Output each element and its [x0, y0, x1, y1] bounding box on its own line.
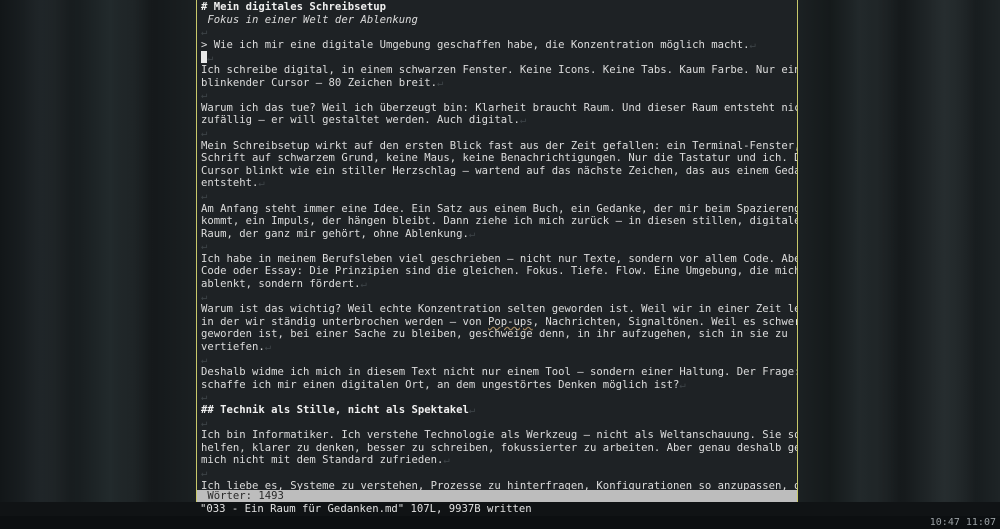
spellcheck-word: Pop-ups — [488, 315, 533, 328]
line-text: Mein Schreibsetup wirkt auf den ersten B… — [201, 139, 798, 152]
return-icon: ↵ — [258, 177, 265, 190]
text-line: ↵ — [201, 391, 795, 404]
return-icon: ↵ — [443, 454, 450, 467]
line-text: mich nicht mit dem Standard zufrieden. — [201, 454, 444, 467]
text-line: Code oder Essay: Die Prinzipien sind die… — [201, 265, 798, 278]
line-text: Ich bin Informatiker. Ich verstehe Techn… — [201, 429, 798, 442]
return-icon: ↵ — [201, 26, 208, 39]
command-line[interactable]: "033 - Ein Raum für Gedanken.md" 107L, 9… — [0, 502, 1000, 516]
text-line: ↵ — [201, 89, 795, 102]
return-icon: ↵ — [264, 341, 272, 354]
return-icon: ↵ — [679, 378, 686, 391]
tree-trunk — [110, 0, 155, 520]
text-line: ablenkt, sondern fördert.↵ — [201, 278, 795, 291]
return-icon: ↵ — [207, 52, 214, 65]
return-icon: ↵ — [201, 126, 208, 139]
return-icon: ↵ — [519, 114, 527, 127]
line-text: zufällig – er will gestaltet werden. Auc… — [201, 114, 520, 127]
text-line: Cursor blinkt wie ein stiller Herzschlag… — [201, 164, 798, 178]
line-text: vertiefen. — [201, 341, 265, 354]
text-line: Ich bin Informatiker. Ich verstehe Techn… — [201, 429, 798, 442]
text-line: Ich schreibe digital, in einem schwarzen… — [201, 63, 798, 77]
text-line: in der wir ständig unterbrochen werden –… — [201, 315, 798, 329]
command-line-message: "033 - Ein Raum für Gedanken.md" 107L, 9… — [200, 503, 532, 515]
line-text: Code oder Essay: Die Prinzipien sind die… — [201, 265, 798, 278]
line-text: in der wir ständig unterbrochen werden –… — [201, 315, 798, 328]
text-line: mich nicht mit dem Standard zufrieden.↵ — [201, 454, 795, 467]
text-line: Deshalb widme ich mich in diesem Text ni… — [201, 366, 798, 379]
line-text: blinkender Cursor – 80 Zeichen breit. — [201, 76, 437, 89]
return-icon: ↵ — [749, 38, 756, 51]
return-icon: ↵ — [201, 189, 208, 202]
text-line: Warum ich das tue? Weil ich überzeugt bi… — [201, 101, 798, 115]
line-text: Am Anfang steht immer eine Idee. Ein Sat… — [201, 202, 798, 215]
text-line: ↵ — [201, 127, 795, 140]
line-text: ## Technik als Stille, nicht als Spektak… — [201, 404, 469, 416]
editor-text-area[interactable]: # Mein digitales Schreibsetup Fokus in e… — [201, 1, 798, 492]
line-text: Ich habe in meinem Berufsleben viel gesc… — [201, 252, 798, 265]
text-line: vertiefen.↵ — [201, 341, 795, 354]
text-line: helfen, klarer zu denken, besser zu schr… — [201, 441, 798, 455]
line-text: geworden ist, bei einer Sache zu bleiben… — [201, 328, 788, 341]
return-icon: ↵ — [201, 353, 208, 366]
return-icon: ↵ — [468, 404, 476, 416]
text-line: ↵ — [201, 26, 795, 39]
line-text: Ich schreibe digital, in einem schwarzen… — [201, 63, 798, 76]
line-text: Warum ist das wichtig? Weil echte Konzen… — [201, 303, 798, 316]
text-line: entsteht.↵ — [201, 177, 795, 190]
line-text: Deshalb widme ich mich in diesem Text ni… — [201, 366, 798, 379]
text-line: schaffe ich mir einen digitalen Ort, an … — [201, 379, 795, 392]
text-line: geworden ist, bei einer Sache zu bleiben… — [201, 328, 795, 341]
text-line: blinkender Cursor – 80 Zeichen breit.↵ — [201, 77, 795, 90]
text-line: ↵ — [201, 354, 795, 367]
text-line: Mein Schreibsetup wirkt auf den ersten B… — [201, 139, 798, 153]
text-line: Warum ist das wichtig? Weil echte Konzen… — [201, 303, 798, 316]
text-line: Ich habe in meinem Berufsleben viel gesc… — [201, 252, 798, 266]
line-text: ablenkt, sondern fördert. — [201, 278, 361, 291]
text-line: Schrift auf schwarzem Grund, keine Maus,… — [201, 152, 798, 165]
line-text: Cursor blinkt wie ein stiller Herzschlag… — [201, 164, 798, 177]
tree-trunk — [22, 0, 82, 520]
text-line: ↵ — [201, 240, 795, 253]
line-text: # Mein digitales Schreibsetup — [201, 1, 386, 13]
line-text: > Wie ich mir eine digitale Umgebung ges… — [201, 38, 750, 51]
editor-window[interactable]: # Mein digitales Schreibsetup Fokus in e… — [196, 0, 798, 502]
clock: 10:47 11:07 — [929, 517, 996, 528]
tree-trunk — [850, 0, 905, 520]
text-line: ## Technik als Stille, nicht als Spektak… — [201, 404, 795, 417]
line-text: Schrift auf schwarzem Grund, keine Maus,… — [201, 152, 798, 165]
line-text: kommt, ein Impuls, der hängen bleibt. Da… — [201, 215, 798, 228]
return-icon: ↵ — [360, 278, 367, 291]
return-icon: ↵ — [201, 466, 208, 479]
line-text: entsteht. — [201, 177, 259, 190]
line-text: Fokus in einer Welt der Ablenkung — [201, 13, 418, 26]
desktop-background: # Mein digitales Schreibsetup Fokus in e… — [0, 0, 1000, 529]
line-text: Raum, der ganz mir gehört, ohne Ablenkun… — [201, 227, 469, 240]
return-icon: ↵ — [201, 89, 208, 102]
line-text: Warum ich das tue? Weil ich überzeugt bi… — [201, 101, 798, 114]
text-line: zufällig – er will gestaltet werden. Auc… — [201, 114, 795, 127]
text-line: ↵ — [201, 467, 795, 480]
text-line: kommt, ein Impuls, der hängen bleibt. Da… — [201, 215, 798, 228]
text-line: # Mein digitales Schreibsetup — [201, 1, 795, 14]
text-line: ↵ — [201, 291, 795, 304]
return-icon: ↵ — [201, 240, 208, 253]
word-count: Wörter: 1493 — [201, 490, 284, 502]
text-line: Raum, der ganz mir gehört, ohne Ablenkun… — [201, 228, 795, 241]
return-icon: ↵ — [201, 391, 208, 404]
text-line: Am Anfang steht immer eine Idee. Ein Sat… — [201, 202, 798, 216]
text-line: ↵ — [201, 190, 795, 203]
return-icon: ↵ — [201, 416, 208, 429]
return-icon: ↵ — [437, 76, 444, 89]
return-icon: ↵ — [468, 227, 476, 240]
status-bar: 10:47 11:07 — [0, 516, 1000, 529]
line-text: schaffe ich mir einen digitalen Ort, an … — [201, 378, 680, 391]
text-line: Fokus in einer Welt der Ablenkung — [201, 14, 795, 27]
return-icon: ↵ — [201, 290, 208, 303]
line-text: helfen, klarer zu denken, besser zu schr… — [201, 441, 798, 454]
text-line: ↵ — [201, 51, 795, 64]
tree-trunk — [930, 0, 980, 520]
text-line: ↵ — [201, 417, 795, 430]
text-line: > Wie ich mir eine digitale Umgebung ges… — [201, 39, 795, 52]
